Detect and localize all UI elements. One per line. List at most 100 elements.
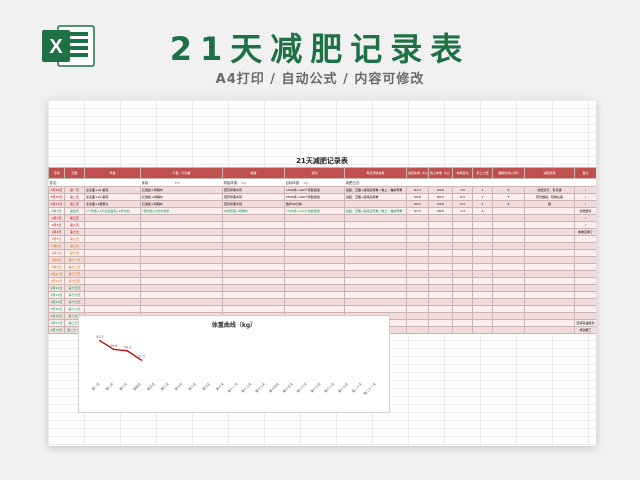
table-cell[interactable] bbox=[452, 298, 473, 306]
table-cell[interactable] bbox=[406, 235, 429, 243]
day-cell[interactable]: 第八天 bbox=[64, 235, 85, 243]
table-cell[interactable]: 体重反弹了 bbox=[574, 228, 596, 236]
date-cell[interactable]: 9月10日 bbox=[48, 270, 65, 278]
date-cell[interactable]: 9月16日 bbox=[48, 312, 65, 320]
table-cell[interactable] bbox=[140, 291, 223, 299]
table-cell[interactable] bbox=[344, 298, 407, 306]
day-cell[interactable]: 第一天 bbox=[64, 186, 85, 194]
table-cell[interactable] bbox=[452, 256, 473, 264]
table-cell[interactable] bbox=[140, 256, 223, 264]
table-cell[interactable] bbox=[574, 312, 596, 320]
day-cell[interactable]: 第三天 bbox=[64, 200, 85, 208]
table-cell[interactable] bbox=[84, 228, 141, 236]
table-cell[interactable] bbox=[492, 242, 525, 250]
table-cell[interactable] bbox=[428, 228, 453, 236]
table-cell[interactable] bbox=[222, 235, 285, 243]
table-cell[interactable]: 1 bbox=[472, 186, 493, 194]
table-cell[interactable] bbox=[222, 221, 285, 229]
table-cell[interactable]: 1个鸡蛋+1片全麦面包+1杯牛奶 bbox=[84, 207, 141, 215]
table-cell[interactable] bbox=[452, 277, 473, 285]
table-cell[interactable]: 59.6 bbox=[428, 200, 453, 208]
table-cell[interactable] bbox=[574, 235, 596, 243]
table-cell[interactable] bbox=[406, 305, 429, 313]
table-cell[interactable] bbox=[492, 298, 525, 306]
table-cell[interactable] bbox=[524, 228, 575, 236]
table-cell[interactable] bbox=[84, 270, 141, 278]
table-cell[interactable] bbox=[428, 291, 453, 299]
table-cell[interactable]: 水煮蔬菜+鸡胸肉 bbox=[222, 207, 285, 215]
table-cell[interactable] bbox=[344, 249, 407, 257]
table-cell[interactable] bbox=[492, 326, 525, 334]
table-cell[interactable] bbox=[406, 242, 429, 250]
table-cell[interactable] bbox=[452, 291, 473, 299]
date-cell[interactable]: 9月8日 bbox=[48, 256, 65, 264]
date-cell[interactable]: 9月13日 bbox=[48, 291, 65, 299]
table-cell[interactable] bbox=[524, 256, 575, 264]
table-cell[interactable] bbox=[472, 228, 493, 236]
table-cell[interactable] bbox=[344, 200, 407, 208]
table-cell[interactable] bbox=[140, 270, 223, 278]
table-cell[interactable] bbox=[344, 228, 407, 236]
table-cell[interactable] bbox=[84, 298, 141, 306]
table-cell[interactable] bbox=[574, 291, 596, 299]
table-cell[interactable] bbox=[452, 284, 473, 292]
table-cell[interactable] bbox=[140, 277, 223, 285]
table-cell[interactable] bbox=[492, 291, 525, 299]
table-cell[interactable] bbox=[428, 284, 453, 292]
date-cell[interactable]: 8月31日 bbox=[48, 200, 65, 208]
table-cell[interactable] bbox=[222, 298, 285, 306]
table-cell[interactable] bbox=[84, 221, 141, 229]
table-cell[interactable] bbox=[284, 305, 345, 313]
table-cell[interactable] bbox=[524, 298, 575, 306]
table-cell[interactable] bbox=[472, 263, 493, 271]
table-cell[interactable] bbox=[84, 235, 141, 243]
table-cell[interactable]: / bbox=[574, 221, 596, 229]
table-cell[interactable] bbox=[524, 284, 575, 292]
day-cell[interactable]: 第九天 bbox=[64, 242, 85, 250]
date-cell[interactable]: 8月30日 bbox=[48, 193, 65, 201]
table-cell[interactable] bbox=[524, 305, 575, 313]
table-cell[interactable] bbox=[428, 312, 453, 320]
table-cell[interactable] bbox=[472, 214, 493, 222]
date-cell[interactable]: 9月12日 bbox=[48, 284, 65, 292]
table-cell[interactable] bbox=[406, 228, 429, 236]
table-cell[interactable]: 红薯饭+鸡胸肉 bbox=[140, 186, 223, 194]
table-cell[interactable] bbox=[492, 270, 525, 278]
table-cell[interactable] bbox=[406, 256, 429, 264]
table-cell[interactable]: 59.6 bbox=[428, 186, 453, 194]
table-cell[interactable] bbox=[452, 326, 473, 334]
table-cell[interactable] bbox=[452, 263, 473, 271]
table-cell[interactable]: / bbox=[574, 214, 596, 222]
table-cell[interactable] bbox=[574, 277, 596, 285]
table-cell[interactable]: 1.5 bbox=[452, 186, 473, 194]
table-cell[interactable] bbox=[492, 263, 525, 271]
table-cell[interactable]: 1 bbox=[472, 193, 493, 201]
table-cell[interactable] bbox=[524, 277, 575, 285]
table-cell[interactable] bbox=[222, 263, 285, 271]
table-cell[interactable] bbox=[284, 291, 345, 299]
info-name-value[interactable] bbox=[84, 178, 141, 187]
table-cell[interactable] bbox=[428, 263, 453, 271]
date-cell[interactable]: 9月3日 bbox=[48, 221, 65, 229]
table-cell[interactable] bbox=[284, 263, 345, 271]
table-cell[interactable] bbox=[222, 277, 285, 285]
table-cell[interactable] bbox=[524, 242, 575, 250]
table-cell[interactable] bbox=[406, 270, 429, 278]
table-cell[interactable] bbox=[284, 256, 345, 264]
table-cell[interactable] bbox=[492, 214, 525, 222]
table-cell[interactable]: 59.6 bbox=[406, 193, 429, 201]
table-cell[interactable] bbox=[344, 277, 407, 285]
table-cell[interactable] bbox=[344, 291, 407, 299]
day-cell[interactable]: 第十七天 bbox=[64, 298, 85, 306]
table-cell[interactable] bbox=[574, 242, 596, 250]
day-cell[interactable]: 第十五天 bbox=[64, 284, 85, 292]
table-cell[interactable] bbox=[84, 214, 141, 222]
table-cell[interactable] bbox=[428, 256, 453, 264]
table-cell[interactable] bbox=[284, 270, 345, 278]
date-cell[interactable]: 9月5日 bbox=[48, 235, 65, 243]
table-cell[interactable]: / bbox=[574, 200, 596, 208]
date-cell[interactable]: 9月15日 bbox=[48, 305, 65, 313]
table-cell[interactable]: 0.3 bbox=[452, 193, 473, 201]
table-cell[interactable]: 感觉很好 bbox=[574, 207, 596, 215]
table-cell[interactable] bbox=[492, 228, 525, 236]
